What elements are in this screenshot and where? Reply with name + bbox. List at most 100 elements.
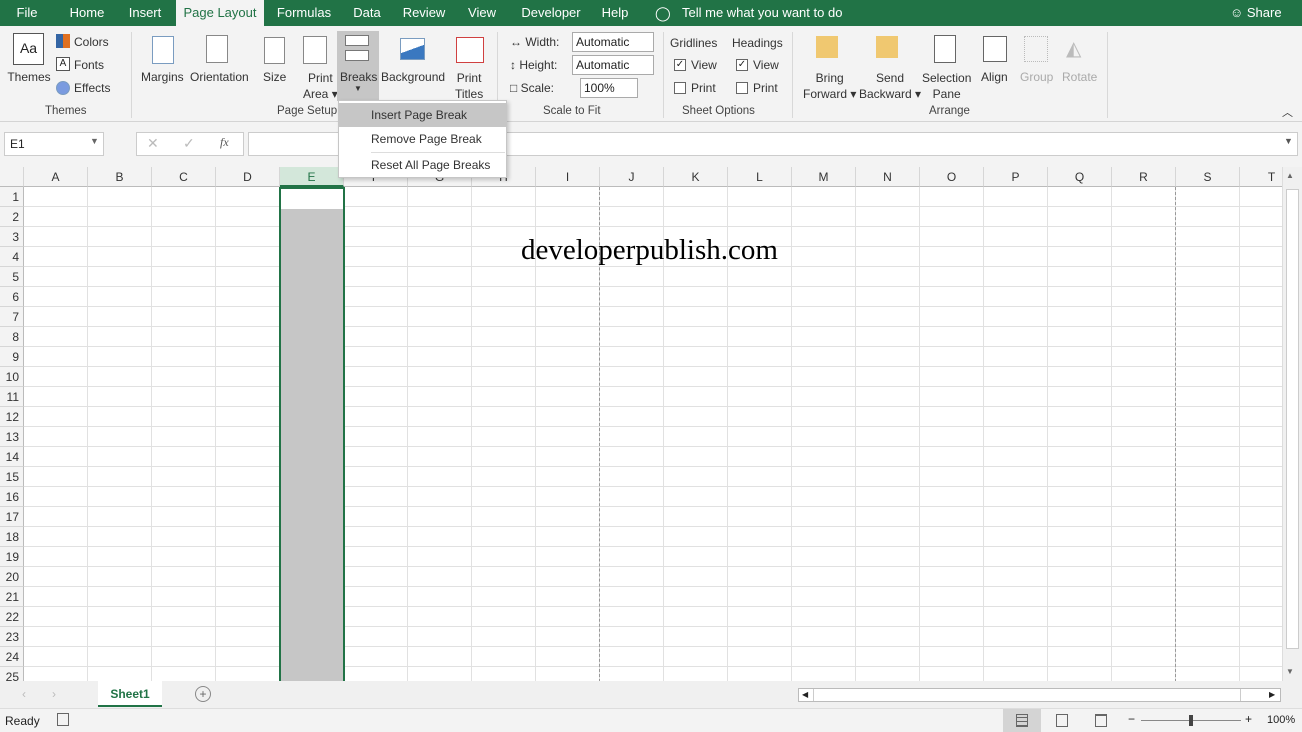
row-header-2[interactable]: 2 — [0, 207, 24, 227]
prev-sheet-icon[interactable]: ‹ — [22, 687, 26, 701]
scroll-left-icon[interactable]: ◀ — [802, 689, 808, 701]
group-button[interactable]: Group — [1020, 70, 1053, 84]
breaks-button[interactable]: Breaks ▼ — [337, 31, 379, 101]
tab-home[interactable]: Home — [61, 0, 113, 26]
bring-forward-button[interactable]: Bring Forward ▾ — [803, 70, 856, 102]
name-box[interactable]: E1 — [4, 132, 104, 156]
row-header-13[interactable]: 13 — [0, 427, 24, 447]
row-header-16[interactable]: 16 — [0, 487, 24, 507]
column-header-J[interactable]: J — [600, 167, 664, 187]
menu-item-insert-page-break[interactable]: Insert Page Break — [339, 103, 506, 127]
chevron-down-icon[interactable]: ▼ — [90, 136, 99, 146]
colors-button[interactable]: Colors — [74, 35, 109, 49]
column-header-L[interactable]: L — [728, 167, 792, 187]
selected-column-range[interactable] — [279, 187, 345, 681]
column-header-D[interactable]: D — [216, 167, 280, 187]
row-header-23[interactable]: 23 — [0, 627, 24, 647]
headings-print-checkbox[interactable] — [736, 82, 748, 94]
collapse-ribbon-icon[interactable]: ︿ — [1282, 104, 1293, 120]
column-header-E[interactable]: E — [280, 167, 344, 187]
tab-developer[interactable]: Developer — [511, 0, 591, 26]
row-header-24[interactable]: 24 — [0, 647, 24, 667]
vertical-scrollbar[interactable]: ▲ ▼ — [1282, 167, 1302, 681]
column-header-R[interactable]: R — [1112, 167, 1176, 187]
selection-pane-button[interactable]: Selection Pane — [922, 70, 971, 102]
column-header-B[interactable]: B — [88, 167, 152, 187]
row-header-1[interactable]: 1 — [0, 187, 24, 207]
scroll-down-icon[interactable]: ▼ — [1286, 667, 1294, 676]
vertical-scroll-thumb[interactable] — [1286, 189, 1299, 649]
column-header-K[interactable]: K — [664, 167, 728, 187]
row-header-11[interactable]: 11 — [0, 387, 24, 407]
fonts-button[interactable]: Fonts — [74, 58, 104, 72]
expand-formula-bar-icon[interactable]: ▼ — [1284, 136, 1293, 146]
gridlines-view-checkbox[interactable]: ✓ — [674, 59, 686, 71]
horizontal-scrollbar[interactable]: ◀ ▶ — [798, 688, 1281, 702]
print-titles-button[interactable]: Print Titles — [455, 70, 483, 102]
row-header-22[interactable]: 22 — [0, 607, 24, 627]
zoom-in-icon[interactable]: + — [1245, 712, 1252, 726]
row-header-3[interactable]: 3 — [0, 227, 24, 247]
zoom-level[interactable]: 100% — [1267, 714, 1295, 726]
scale-spinner[interactable]: 100% — [580, 78, 638, 98]
column-header-S[interactable]: S — [1176, 167, 1240, 187]
tab-help[interactable]: Help — [594, 0, 636, 26]
column-header-C[interactable]: C — [152, 167, 216, 187]
tab-formulas[interactable]: Formulas — [270, 0, 338, 26]
row-header-19[interactable]: 19 — [0, 547, 24, 567]
headings-view-checkbox[interactable]: ✓ — [736, 59, 748, 71]
tab-view[interactable]: View — [460, 0, 504, 26]
worksheet-grid[interactable]: ABCDEFGHIJKLMNOPQRST12345678910111213141… — [0, 167, 1282, 681]
row-header-12[interactable]: 12 — [0, 407, 24, 427]
share-button[interactable]: ☺ Share — [1230, 0, 1282, 26]
insert-function-icon[interactable]: fx — [220, 135, 229, 150]
next-sheet-icon[interactable]: › — [52, 687, 56, 701]
row-header-6[interactable]: 6 — [0, 287, 24, 307]
column-header-P[interactable]: P — [984, 167, 1048, 187]
row-header-21[interactable]: 21 — [0, 587, 24, 607]
page-layout-view-icon[interactable] — [1056, 714, 1068, 727]
effects-button[interactable]: Effects — [74, 81, 110, 95]
new-sheet-icon[interactable]: + — [195, 686, 211, 702]
tab-insert[interactable]: Insert — [121, 0, 169, 26]
row-header-7[interactable]: 7 — [0, 307, 24, 327]
column-header-I[interactable]: I — [536, 167, 600, 187]
row-header-18[interactable]: 18 — [0, 527, 24, 547]
row-header-20[interactable]: 20 — [0, 567, 24, 587]
row-header-17[interactable]: 17 — [0, 507, 24, 527]
menu-item-reset-all-page-breaks[interactable]: Reset All Page Breaks — [339, 153, 506, 177]
column-header-N[interactable]: N — [856, 167, 920, 187]
row-header-4[interactable]: 4 — [0, 247, 24, 267]
macro-record-icon[interactable] — [57, 713, 69, 726]
column-header-A[interactable]: A — [24, 167, 88, 187]
scroll-up-icon[interactable]: ▲ — [1286, 171, 1294, 180]
send-backward-button[interactable]: Send Backward ▾ — [859, 70, 921, 102]
horizontal-scroll-thumb[interactable] — [813, 689, 1241, 701]
column-header-O[interactable]: O — [920, 167, 984, 187]
row-header-5[interactable]: 5 — [0, 267, 24, 287]
sheet-tab-sheet1[interactable]: Sheet1 — [98, 681, 162, 707]
print-area-button[interactable]: Print Area ▾ — [303, 70, 338, 102]
margins-button[interactable]: Margins — [141, 70, 184, 84]
column-header-Q[interactable]: Q — [1048, 167, 1112, 187]
column-header-T[interactable]: T — [1240, 167, 1282, 187]
cancel-icon[interactable]: ✕ — [147, 135, 159, 152]
row-header-25[interactable]: 25 — [0, 667, 24, 681]
row-header-8[interactable]: 8 — [0, 327, 24, 347]
align-button[interactable]: Align — [981, 70, 1008, 84]
tab-review[interactable]: Review — [396, 0, 452, 26]
normal-view-button[interactable] — [1003, 709, 1041, 732]
zoom-out-icon[interactable]: − — [1128, 712, 1135, 726]
row-header-15[interactable]: 15 — [0, 467, 24, 487]
column-header-M[interactable]: M — [792, 167, 856, 187]
row-header-9[interactable]: 9 — [0, 347, 24, 367]
tab-data[interactable]: Data — [345, 0, 389, 26]
orientation-button[interactable]: Orientation — [190, 70, 249, 84]
gridlines-print-checkbox[interactable] — [674, 82, 686, 94]
tab-file[interactable]: File — [8, 0, 46, 26]
background-button[interactable]: Background — [381, 70, 445, 84]
width-dropdown[interactable]: Automatic — [572, 32, 654, 52]
row-header-14[interactable]: 14 — [0, 447, 24, 467]
zoom-slider-handle[interactable] — [1189, 715, 1193, 726]
menu-item-remove-page-break[interactable]: Remove Page Break — [339, 127, 506, 151]
